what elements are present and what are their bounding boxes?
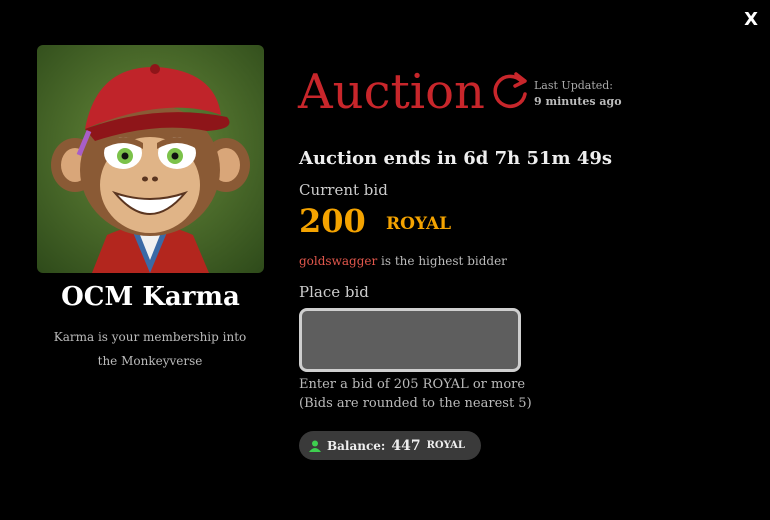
highest-bidder-suffix: is the highest bidder bbox=[381, 254, 507, 268]
bid-hint-rounding: (Bids are rounded to the nearest 5) bbox=[299, 396, 532, 411]
auction-title: Auction bbox=[298, 64, 485, 120]
current-bid-label: Current bid bbox=[299, 181, 388, 199]
auction-countdown: Auction ends in 6d 7h 51m 49s bbox=[299, 148, 613, 169]
balance-currency: ROYAL bbox=[426, 440, 465, 451]
current-bid-currency: ROYAL bbox=[386, 214, 452, 234]
highest-bidder-line: goldswagger is the highest bidder bbox=[299, 254, 507, 268]
last-updated: Last Updated: 9 minutes ago bbox=[534, 78, 622, 110]
refresh-icon[interactable] bbox=[492, 70, 530, 110]
user-icon bbox=[309, 440, 321, 452]
highest-bidder-name[interactable]: goldswagger bbox=[299, 254, 377, 268]
balance-amount: 447 bbox=[391, 437, 421, 454]
last-updated-label: Last Updated: bbox=[534, 79, 614, 92]
nft-image bbox=[37, 45, 264, 273]
last-updated-value: 9 minutes ago bbox=[534, 95, 622, 108]
place-bid-label: Place bid bbox=[299, 283, 369, 301]
balance-badge: Balance: 447 ROYAL bbox=[299, 431, 481, 460]
current-bid-amount: 200 bbox=[299, 202, 366, 240]
bid-input[interactable] bbox=[299, 308, 521, 372]
close-button[interactable]: X bbox=[744, 10, 758, 30]
monkey-illustration bbox=[51, 64, 250, 273]
bid-hint-minimum: Enter a bid of 205 ROYAL or more bbox=[299, 377, 526, 392]
nft-description: Karma is your membership into the Monkey… bbox=[53, 330, 247, 368]
balance-label: Balance: bbox=[327, 438, 386, 453]
nft-name: OCM Karma bbox=[61, 282, 240, 312]
bid-hint: Enter a bid of 205 ROYAL or more (Bids a… bbox=[299, 375, 532, 413]
